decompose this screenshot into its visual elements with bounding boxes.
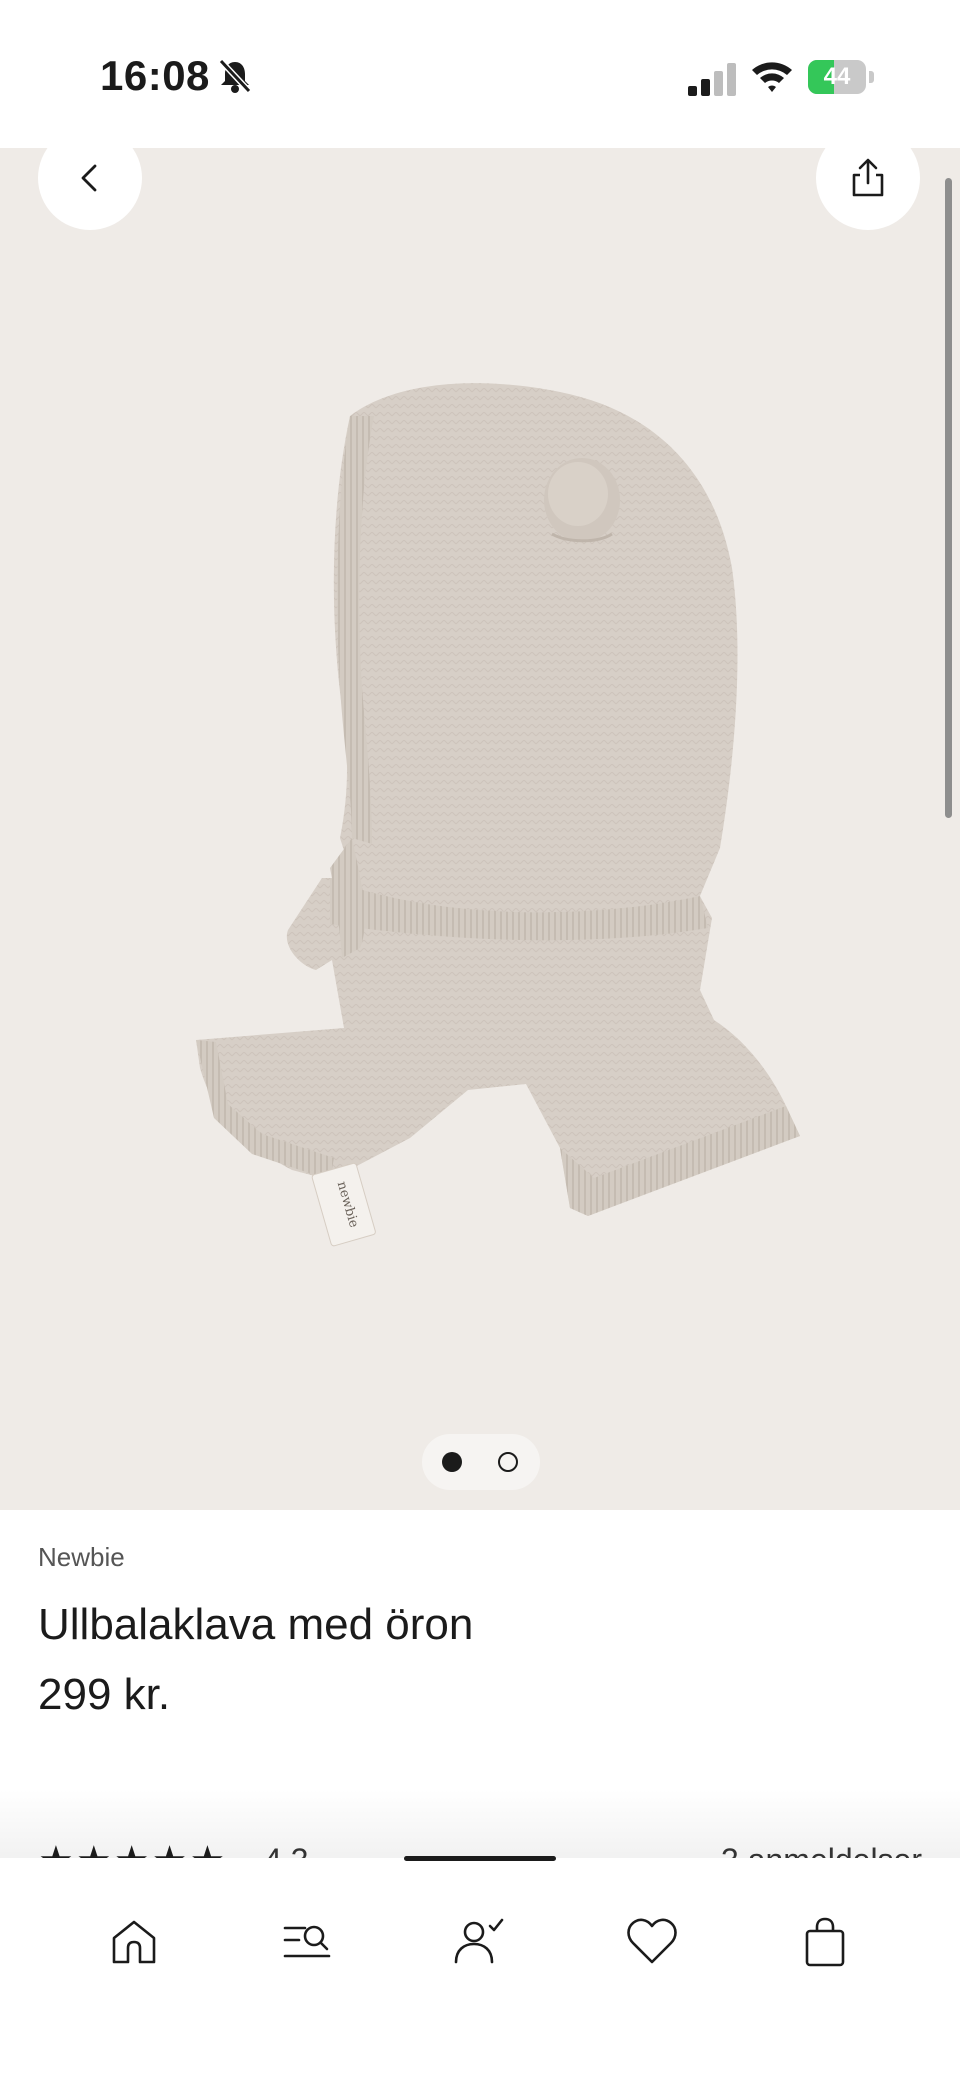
carousel-dot-active[interactable]: [442, 1452, 462, 1472]
battery-icon: 44: [808, 60, 874, 94]
home-indicator: [404, 1856, 556, 1861]
status-bar: 16:08 44: [0, 0, 960, 148]
tab-home[interactable]: [94, 1902, 174, 1982]
product-title: Ullbalaklava med öron: [38, 1600, 474, 1649]
search-icon: [283, 1925, 331, 1958]
product-price: 299 kr.: [38, 1670, 171, 1719]
account-icon: [454, 1918, 504, 1964]
tab-search[interactable]: [267, 1902, 347, 1982]
tab-account[interactable]: [440, 1902, 520, 1982]
signal-icon: [688, 63, 736, 96]
product-image-carousel[interactable]: newbie: [0, 148, 960, 1510]
product-image: newbie: [196, 383, 800, 1247]
carousel-pagination: [422, 1434, 540, 1490]
bottom-tab-bar: [0, 1858, 960, 2087]
share-icon: [852, 158, 884, 197]
heart-icon: [627, 1918, 677, 1964]
home-icon: [112, 1920, 156, 1964]
status-time: 16:08: [100, 52, 210, 99]
tab-cart[interactable]: [785, 1902, 865, 1982]
bag-icon: [805, 1917, 845, 1967]
scrollbar[interactable]: [945, 178, 952, 818]
tab-favorites[interactable]: [612, 1902, 692, 1982]
chevron-left-icon: [81, 164, 97, 192]
battery-level: 44: [823, 63, 851, 90]
wifi-icon: [752, 62, 792, 92]
bell-slash-icon: [218, 58, 252, 94]
carousel-dot[interactable]: [498, 1452, 518, 1472]
product-brand[interactable]: Newbie: [38, 1542, 125, 1573]
